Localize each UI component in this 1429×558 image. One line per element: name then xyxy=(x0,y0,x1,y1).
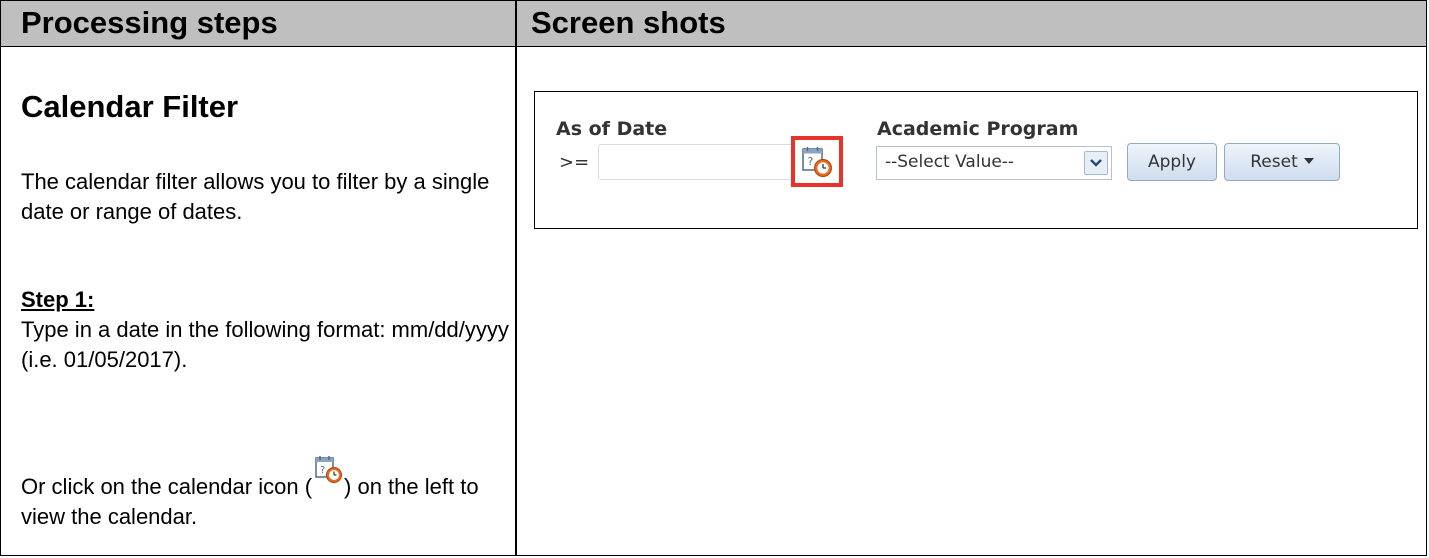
calendar-clock-icon: ? xyxy=(315,456,343,483)
document-table: Processing steps Screen shots Calendar F… xyxy=(0,0,1427,556)
academic-program-label: Academic Program xyxy=(877,118,1079,140)
as-of-date-label: As of Date xyxy=(556,118,668,140)
caret-down-icon xyxy=(1303,158,1314,164)
operator-label: >= xyxy=(559,152,590,173)
step-text: Type in a date in the following format: … xyxy=(21,317,509,372)
apply-button[interactable]: Apply xyxy=(1127,143,1217,181)
intro-paragraph: The calendar filter allows you to filter… xyxy=(21,169,490,224)
select-value-text: --Select Value-- xyxy=(885,152,1015,172)
hint-text-before: Or click on the calendar icon ( xyxy=(21,474,313,499)
reset-button[interactable]: Reset xyxy=(1224,143,1340,181)
calendar-clock-icon[interactable]: ? xyxy=(799,144,833,178)
column-divider xyxy=(515,1,517,555)
table-header-row: Processing steps Screen shots xyxy=(1,1,1426,47)
reset-label: Reset xyxy=(1250,152,1298,172)
header-processing-steps: Processing steps xyxy=(21,5,278,40)
svg-text:?: ? xyxy=(320,465,325,476)
date-input[interactable] xyxy=(598,144,793,180)
chevron-down-icon xyxy=(1090,159,1102,167)
filter-screenshot: As of Date >= ? Academic Program --Selec… xyxy=(534,91,1418,229)
section-title: Calendar Filter xyxy=(21,89,239,124)
svg-text:?: ? xyxy=(808,155,814,168)
select-dropdown-arrow[interactable] xyxy=(1084,151,1108,175)
step-label: Step 1: xyxy=(21,287,95,312)
calendar-hint-paragraph: Or click on the calendar icon ( ? ) on t… xyxy=(21,456,511,532)
header-screen-shots: Screen shots xyxy=(531,5,726,40)
academic-program-select[interactable]: --Select Value-- xyxy=(876,146,1112,180)
